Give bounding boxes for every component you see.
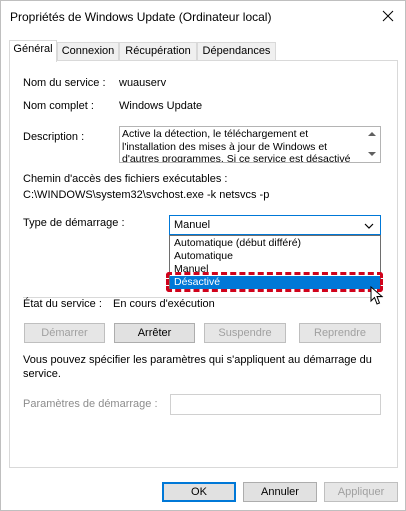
title-bar: Propriétés de Windows Update (Ordinateur…	[1, 1, 405, 33]
service-name-value: wuauserv	[119, 77, 167, 89]
mouse-cursor-icon	[370, 285, 384, 309]
startup-option-auto[interactable]: Automatique	[170, 250, 380, 263]
startup-type-select[interactable]: Manuel	[169, 215, 381, 235]
service-properties-dialog: Propriétés de Windows Update (Ordinateur…	[0, 0, 406, 511]
service-name-label: Nom du service :	[23, 77, 106, 89]
info-text: Vous pouvez spécifier les paramètres qui…	[23, 354, 372, 380]
dialog-buttons: OK Annuler Appliquer	[1, 479, 405, 503]
status-label: État du service :	[23, 298, 102, 310]
start-button[interactable]: Démarrer	[24, 323, 105, 343]
tab-general-label: Général	[13, 43, 53, 55]
cancel-button[interactable]: Annuler	[243, 482, 317, 502]
description-label: Description :	[23, 131, 85, 143]
startup-type-value: Manuel	[174, 219, 211, 231]
scroll-down-icon[interactable]	[368, 152, 376, 156]
tab-recuperation[interactable]: Récupération	[119, 42, 197, 61]
tab-connexion-label: Connexion	[61, 45, 115, 57]
status-value: En cours d'exécution	[113, 298, 215, 310]
window-title: Propriétés de Windows Update (Ordinateur…	[10, 10, 272, 24]
chevron-down-icon	[364, 221, 374, 233]
tab-dependances-label: Dépendances	[202, 45, 271, 57]
close-button[interactable]	[371, 1, 405, 33]
tab-general[interactable]: Général	[9, 40, 57, 62]
description-scrollbar[interactable]	[364, 127, 380, 162]
tab-recuperation-label: Récupération	[125, 45, 191, 57]
tab-connexion[interactable]: Connexion	[57, 42, 119, 61]
display-name-label: Nom complet :	[23, 100, 94, 112]
startup-option-auto-delayed[interactable]: Automatique (début différé)	[170, 237, 380, 250]
general-panel: Nom du service : wuauserv Nom complet : …	[9, 60, 398, 468]
path-value: C:\WINDOWS\system32\svchost.exe -k netsv…	[23, 189, 270, 201]
highlight-box	[166, 272, 383, 292]
params-input[interactable]	[170, 394, 381, 415]
display-name-value: Windows Update	[119, 100, 203, 112]
scroll-up-icon[interactable]	[368, 132, 376, 136]
startup-type-label: Type de démarrage :	[23, 217, 125, 229]
description-textbox[interactable]: Active la détection, le téléchargement e…	[119, 126, 381, 163]
close-icon	[382, 10, 394, 25]
params-label: Paramètres de démarrage :	[23, 398, 158, 410]
apply-button[interactable]: Appliquer	[324, 482, 398, 502]
description-text: Active la détection, le téléchargement e…	[122, 128, 351, 163]
pause-button[interactable]: Suspendre	[204, 323, 286, 343]
ok-button[interactable]: OK	[162, 482, 236, 502]
resume-button[interactable]: Reprendre	[299, 323, 381, 343]
path-label: Chemin d'accès des fichiers exécutables …	[23, 173, 228, 185]
tab-dependances[interactable]: Dépendances	[197, 42, 276, 61]
stop-button[interactable]: Arrêter	[114, 323, 195, 343]
